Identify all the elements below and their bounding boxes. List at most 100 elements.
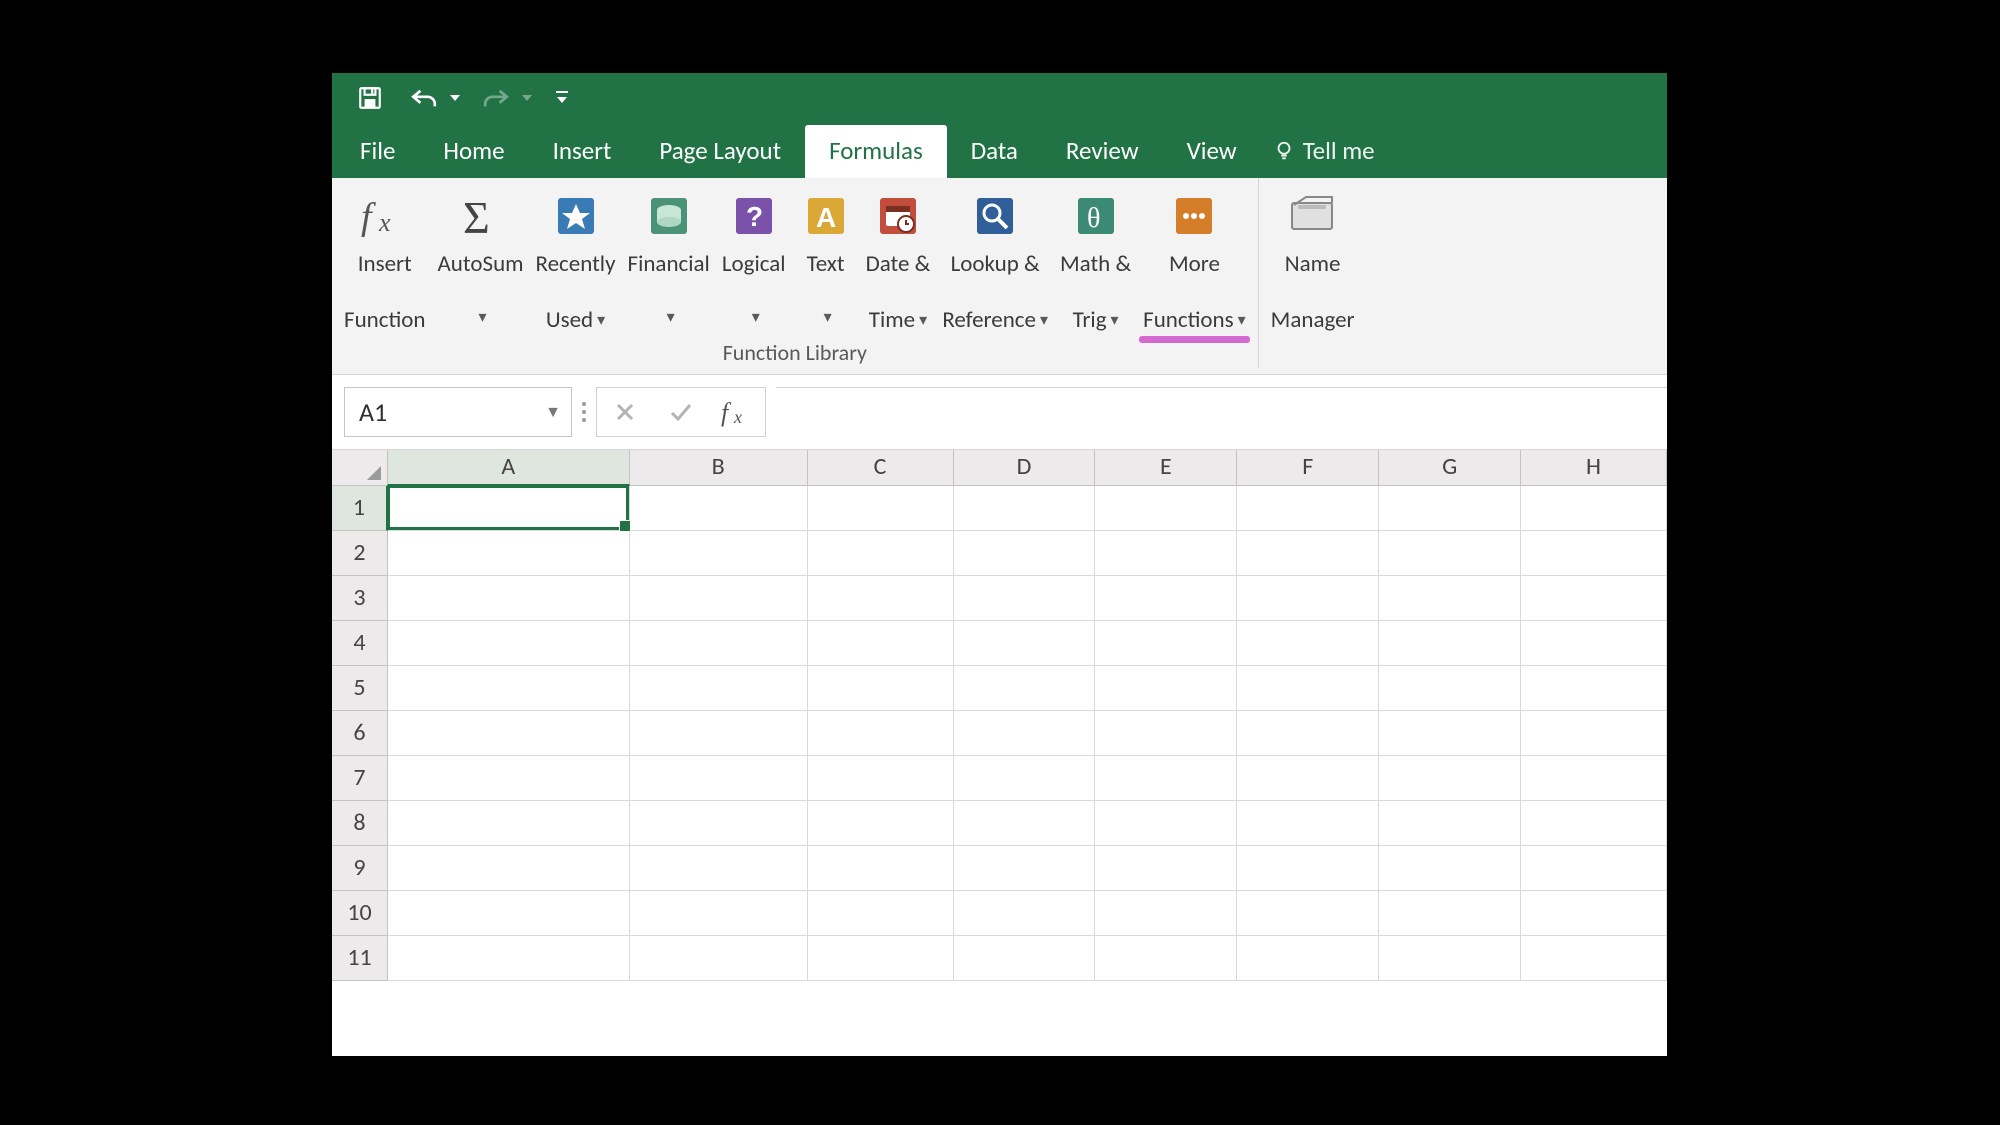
customize-qat-button[interactable] (548, 78, 576, 118)
cell-D9[interactable] (954, 846, 1096, 891)
cell-D5[interactable] (954, 666, 1096, 711)
name-box[interactable]: A1 ▼ (344, 387, 572, 437)
cell-B9[interactable] (630, 846, 808, 891)
cell-D2[interactable] (954, 531, 1096, 576)
row-header-7[interactable]: 7 (332, 756, 388, 801)
cell-C1[interactable] (808, 486, 954, 531)
tab-insert[interactable]: Insert (529, 125, 636, 178)
tab-view[interactable]: View (1163, 125, 1261, 178)
cell-E2[interactable] (1095, 531, 1237, 576)
tab-page-layout[interactable]: Page Layout (635, 125, 805, 178)
cell-C11[interactable] (808, 936, 954, 981)
column-header-E[interactable]: E (1095, 450, 1237, 486)
cell-C8[interactable] (808, 801, 954, 846)
cell-D10[interactable] (954, 891, 1096, 936)
cell-G5[interactable] (1379, 666, 1521, 711)
cell-E5[interactable] (1095, 666, 1237, 711)
cell-G8[interactable] (1379, 801, 1521, 846)
row-header-1[interactable]: 1 (332, 486, 388, 531)
tab-data[interactable]: Data (947, 125, 1042, 178)
tab-review[interactable]: Review (1042, 125, 1163, 178)
cell-E11[interactable] (1095, 936, 1237, 981)
cell-G10[interactable] (1379, 891, 1521, 936)
tab-file[interactable]: File (342, 125, 419, 178)
cell-E8[interactable] (1095, 801, 1237, 846)
name-manager-button[interactable]: Name Manager (1265, 184, 1361, 334)
cell-D7[interactable] (954, 756, 1096, 801)
cell-C4[interactable] (808, 621, 954, 666)
row-header-11[interactable]: 11 (332, 936, 388, 981)
cell-C10[interactable] (808, 891, 954, 936)
cell-D8[interactable] (954, 801, 1096, 846)
cell-G11[interactable] (1379, 936, 1521, 981)
column-header-A[interactable]: A (388, 450, 630, 486)
cell-B6[interactable] (630, 711, 808, 756)
worksheet-grid[interactable]: ABCDEFGH1234567891011 (332, 450, 1667, 981)
cell-H7[interactable] (1521, 756, 1667, 801)
cell-H1[interactable] (1521, 486, 1667, 531)
cell-E4[interactable] (1095, 621, 1237, 666)
text-button[interactable]: A Text ▾ (792, 184, 860, 334)
cell-A6[interactable] (388, 711, 630, 756)
cell-A8[interactable] (388, 801, 630, 846)
cell-F10[interactable] (1237, 891, 1379, 936)
cell-E1[interactable] (1095, 486, 1237, 531)
cell-G9[interactable] (1379, 846, 1521, 891)
date-time-button[interactable]: Date & Time▾ (860, 184, 937, 337)
save-button[interactable] (350, 78, 390, 118)
cell-A3[interactable] (388, 576, 630, 621)
cell-A7[interactable] (388, 756, 630, 801)
cell-H6[interactable] (1521, 711, 1667, 756)
cell-A11[interactable] (388, 936, 630, 981)
cell-C5[interactable] (808, 666, 954, 711)
cell-E3[interactable] (1095, 576, 1237, 621)
insert-function-icon[interactable]: fx (709, 388, 765, 436)
cell-C2[interactable] (808, 531, 954, 576)
cell-A4[interactable] (388, 621, 630, 666)
cell-F5[interactable] (1237, 666, 1379, 711)
undo-button[interactable] (404, 78, 444, 118)
cell-B11[interactable] (630, 936, 808, 981)
cell-F1[interactable] (1237, 486, 1379, 531)
cell-H3[interactable] (1521, 576, 1667, 621)
select-all-corner[interactable] (332, 450, 388, 486)
cell-E9[interactable] (1095, 846, 1237, 891)
row-header-10[interactable]: 10 (332, 891, 388, 936)
cell-C6[interactable] (808, 711, 954, 756)
cell-A1[interactable] (388, 486, 630, 531)
cell-B1[interactable] (630, 486, 808, 531)
cell-H8[interactable] (1521, 801, 1667, 846)
cell-B8[interactable] (630, 801, 808, 846)
lookup-reference-button[interactable]: Lookup & Reference▾ (936, 184, 1054, 337)
logical-button[interactable]: ? Logical ▾ (716, 184, 792, 334)
cell-A10[interactable] (388, 891, 630, 936)
cell-F11[interactable] (1237, 936, 1379, 981)
cell-B4[interactable] (630, 621, 808, 666)
cell-F2[interactable] (1237, 531, 1379, 576)
cell-C7[interactable] (808, 756, 954, 801)
undo-dropdown[interactable] (448, 94, 462, 102)
cell-D1[interactable] (954, 486, 1096, 531)
cell-G7[interactable] (1379, 756, 1521, 801)
cell-E7[interactable] (1095, 756, 1237, 801)
tab-formulas[interactable]: Formulas (805, 125, 947, 178)
autosum-button[interactable]: Σ AutoSum ▾ (432, 184, 530, 334)
column-header-H[interactable]: H (1521, 450, 1667, 486)
cell-A2[interactable] (388, 531, 630, 576)
cell-E10[interactable] (1095, 891, 1237, 936)
cell-D11[interactable] (954, 936, 1096, 981)
cell-D3[interactable] (954, 576, 1096, 621)
cell-H4[interactable] (1521, 621, 1667, 666)
cell-A5[interactable] (388, 666, 630, 711)
row-header-3[interactable]: 3 (332, 576, 388, 621)
column-header-C[interactable]: C (808, 450, 954, 486)
cell-F6[interactable] (1237, 711, 1379, 756)
cell-F9[interactable] (1237, 846, 1379, 891)
math-trig-button[interactable]: θ Math & Trig▾ (1054, 184, 1137, 337)
splitter[interactable] (582, 392, 586, 432)
more-functions-button[interactable]: More Functions▾ (1137, 184, 1252, 337)
cell-A9[interactable] (388, 846, 630, 891)
cell-G3[interactable] (1379, 576, 1521, 621)
row-header-5[interactable]: 5 (332, 666, 388, 711)
row-header-8[interactable]: 8 (332, 801, 388, 846)
